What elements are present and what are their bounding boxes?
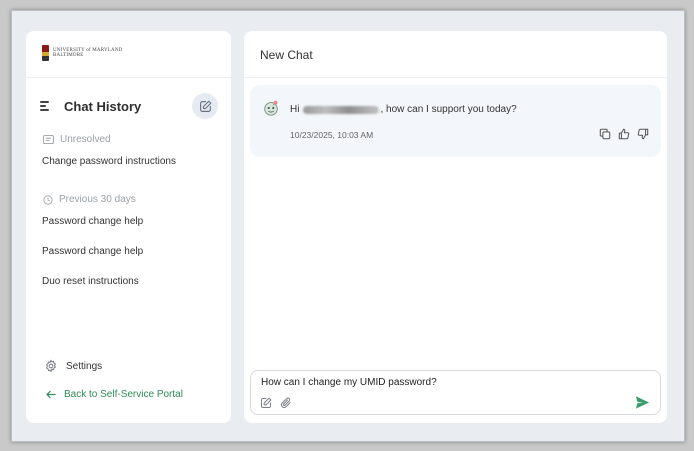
chat-item-change-password[interactable]: Change password instructions (42, 156, 176, 167)
chat-title: New Chat (260, 48, 313, 62)
logo-line2: BALTIMORE (53, 53, 84, 58)
section-label-text: Previous 30 days (59, 194, 136, 205)
divider (244, 77, 667, 78)
sidebar: UNIVERSITY of MARYLAND BALTIMORE Chat Hi… (26, 31, 231, 423)
message-actions (599, 128, 649, 140)
menu-icon[interactable] (40, 101, 52, 111)
clock-icon (43, 194, 53, 205)
gear-icon (46, 359, 56, 373)
message-text: Hi , how can I support you today? (290, 104, 517, 115)
chat-panel: New Chat Hi , how can I support you toda… (244, 31, 667, 423)
chat-item-password-change-help-1[interactable]: Password change help (42, 216, 143, 227)
message-composer (250, 370, 661, 415)
composer-tools (260, 397, 292, 409)
back-label: Back to Self-Service Portal (64, 389, 183, 400)
logo-mark-icon (42, 45, 49, 61)
new-chat-button[interactable] (192, 93, 218, 119)
bot-message: Hi , how can I support you today? 10/23/… (250, 85, 661, 157)
greeting-prefix: Hi (290, 104, 300, 115)
settings-label: Settings (66, 360, 103, 372)
chat-item-duo-reset[interactable]: Duo reset instructions (42, 276, 139, 287)
section-previous-30-days: Previous 30 days (43, 194, 136, 205)
back-to-portal-link[interactable]: Back to Self-Service Portal (46, 389, 183, 400)
message-icon (43, 135, 54, 144)
bot-avatar-icon (264, 100, 278, 116)
chat-history-title: Chat History (64, 98, 142, 114)
send-icon[interactable] (635, 395, 650, 410)
thumbs-up-icon[interactable] (618, 128, 630, 140)
chat-history-header: Chat History (40, 93, 218, 119)
app-window: UNIVERSITY of MARYLAND BALTIMORE Chat Hi… (11, 10, 685, 442)
message-input[interactable] (261, 377, 621, 388)
copy-icon[interactable] (599, 128, 611, 140)
divider (26, 77, 231, 78)
edit-icon[interactable] (260, 397, 272, 409)
section-label-text: Unresolved (60, 134, 111, 145)
chat-item-password-change-help-2[interactable]: Password change help (42, 246, 143, 257)
paperclip-icon[interactable] (280, 397, 292, 409)
settings-button[interactable]: Settings (44, 359, 102, 373)
section-unresolved: Unresolved (43, 134, 111, 145)
redacted-user-name (303, 105, 380, 114)
arrow-left-icon (46, 390, 56, 399)
greeting-suffix: , how can I support you today? (380, 104, 517, 115)
university-logo[interactable]: UNIVERSITY of MARYLAND BALTIMORE (42, 45, 123, 61)
thumbs-down-icon[interactable] (637, 128, 649, 140)
edit-icon (199, 100, 211, 112)
message-timestamp: 10/23/2025, 10:03 AM (290, 130, 374, 140)
